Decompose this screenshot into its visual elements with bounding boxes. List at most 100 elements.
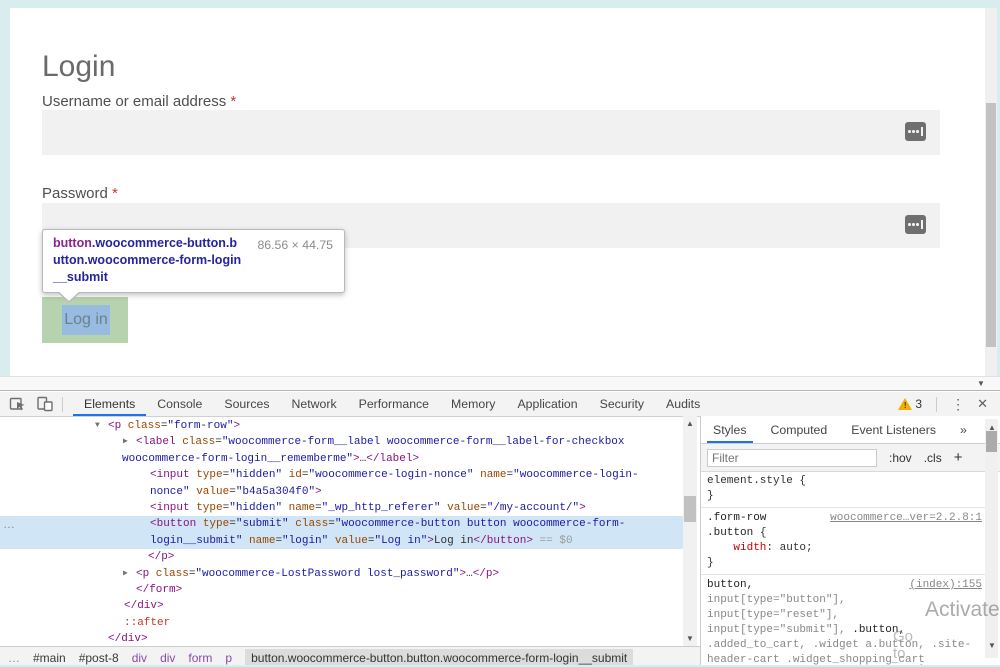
code-segment: name	[282, 502, 315, 514]
dom-tree-line[interactable]: woocommerce-form-login__rememberme">…</l…	[0, 451, 683, 467]
pseudo-state-toggle[interactable]: :hov	[889, 451, 912, 465]
scrollbar-thumb[interactable]	[684, 496, 696, 522]
dom-tree-line[interactable]: ▶<label class="woocommerce-form__label w…	[0, 434, 683, 450]
toolbar-right-controls: ! 3 ⋮ ✕	[898, 392, 1000, 416]
tooltip-classes-1: .woocommerce-button.b	[92, 236, 237, 250]
code-segment: <input	[150, 469, 190, 481]
scroll-down-arrow-icon[interactable]: ▼	[988, 641, 996, 650]
scroll-down-arrow-icon[interactable]: ▼	[977, 379, 985, 388]
breadcrumb-item[interactable]: div	[132, 651, 147, 665]
devtools-close-icon[interactable]: ✕	[977, 396, 988, 412]
tab-security[interactable]: Security	[589, 392, 655, 416]
dom-tree-line[interactable]: </p>	[0, 549, 683, 565]
tab-sources[interactable]: Sources	[213, 392, 280, 416]
dom-tree-line[interactable]: <input type="hidden" id="woocommerce-log…	[0, 467, 683, 483]
dom-tree-line[interactable]: </div>	[0, 598, 683, 614]
breadcrumb-item[interactable]: div	[160, 651, 175, 665]
sidebar-tab-event-listeners[interactable]: Event Listeners	[839, 417, 948, 443]
tab-application[interactable]: Application	[506, 392, 588, 416]
sidebar-tab-computed[interactable]: Computed	[759, 417, 840, 443]
expand-arrow-icon[interactable]: ▶	[123, 566, 136, 582]
css-line[interactable]: }	[707, 556, 982, 571]
code-segment: <p	[136, 568, 149, 580]
username-input[interactable]	[42, 110, 940, 155]
page-scrollbar-corner: ▼	[0, 376, 1000, 391]
dom-tree-line[interactable]: <button type="submit" class="woocommerce…	[0, 516, 683, 532]
styles-scrollbar[interactable]: ▲ ▼	[985, 419, 998, 658]
code-segment: >	[427, 535, 434, 547]
styles-filter-input[interactable]	[707, 449, 877, 467]
collapse-arrow-icon[interactable]: ▼	[95, 418, 108, 434]
expand-arrow-icon[interactable]: ▶	[123, 434, 136, 450]
toolbar-separator	[936, 397, 937, 412]
tab-console[interactable]: Console	[146, 392, 213, 416]
device-toolbar-icon[interactable]	[36, 395, 54, 413]
breadcrumb-item[interactable]: …	[8, 651, 20, 665]
tab-network[interactable]: Network	[281, 392, 348, 416]
css-line[interactable]: .added_to_cart, .widget a.button, .site-	[707, 638, 982, 653]
css-line[interactable]: .button {	[707, 526, 982, 541]
css-line[interactable]: width: auto;	[707, 541, 982, 556]
code-segment: <button	[150, 518, 196, 530]
stylesheet-link[interactable]: (index):155	[909, 579, 982, 591]
code-segment: </div>	[108, 633, 148, 645]
css-line[interactable]: input[type="submit"], .button,	[707, 623, 982, 638]
stylesheet-link[interactable]: woocommerce…ver=2.2.8:1	[830, 512, 982, 524]
login-button[interactable]: Log in	[62, 305, 110, 335]
page-vertical-scrollbar[interactable]	[985, 8, 997, 376]
scrollbar-thumb[interactable]	[986, 103, 996, 347]
code-segment: "login"	[282, 535, 328, 547]
elements-scrollbar[interactable]: ▲ ▼	[683, 416, 697, 646]
code-segment: value	[190, 486, 230, 498]
screen: Login Username or email address * Passwo…	[0, 0, 1000, 667]
code-segment: name	[474, 469, 507, 481]
dom-tree-line[interactable]: nonce" value="b4a5a304f0">	[0, 484, 683, 500]
code-segment: >	[315, 486, 322, 498]
element-classes-toggle[interactable]: .cls	[924, 451, 942, 465]
breadcrumb-item[interactable]: form	[188, 651, 212, 665]
dom-tree-line[interactable]: login__submit" name="login" value="Log i…	[0, 533, 683, 549]
dom-tree-line[interactable]: ▶<p class="woocommerce-LostPassword lost…	[0, 566, 683, 582]
tab-performance[interactable]: Performance	[348, 392, 440, 416]
code-segment: =	[480, 502, 487, 514]
css-line[interactable]: element.style {	[707, 474, 982, 489]
code-segment: class	[289, 518, 329, 530]
dom-tree-line[interactable]: </div>	[0, 631, 683, 646]
tab-audits[interactable]: Audits	[655, 392, 711, 416]
code-segment: input[type="submit"],	[707, 624, 852, 636]
autofill-icon[interactable]	[905, 122, 926, 141]
autofill-dot	[912, 130, 915, 133]
css-line[interactable]: }	[707, 489, 982, 504]
code-segment: }	[707, 557, 714, 569]
code-segment: name	[242, 535, 275, 547]
code-segment: .button,	[852, 624, 905, 636]
autofill-icon[interactable]	[905, 215, 926, 234]
breadcrumb-item[interactable]: #main	[33, 651, 66, 665]
css-line[interactable]: input[type="reset"],	[707, 608, 982, 623]
tab-memory[interactable]: Memory	[440, 392, 506, 416]
dom-tree-line[interactable]: ▼<p class="form-row">	[0, 418, 683, 434]
selected-row-ellipsis[interactable]: …	[3, 517, 15, 531]
scrollbar-thumb[interactable]	[986, 431, 997, 452]
scroll-up-arrow-icon[interactable]: ▲	[686, 419, 694, 428]
inspect-element-icon[interactable]	[9, 395, 27, 413]
dom-tree-line[interactable]: ::after	[0, 615, 683, 631]
breadcrumb-item[interactable]: button.woocommerce-button.button.woocomm…	[245, 649, 633, 667]
code-segment: "woocommerce-LostPassword lost_password"	[195, 568, 459, 580]
code-segment: </button>	[474, 535, 533, 547]
warnings-badge[interactable]: ! 3	[898, 397, 922, 411]
tab-elements[interactable]: Elements	[73, 392, 146, 416]
breadcrumb-item[interactable]: p	[225, 651, 232, 665]
devtools-menu-icon[interactable]: ⋮	[951, 396, 965, 413]
css-line[interactable]: input[type="button"],	[707, 593, 982, 608]
sidebar-tab-»[interactable]: »	[948, 417, 979, 443]
code-segment: value	[328, 535, 368, 547]
sidebar-tab-styles[interactable]: Styles	[701, 417, 759, 443]
scroll-down-arrow-icon[interactable]: ▼	[686, 634, 694, 643]
new-style-rule-button[interactable]: +	[954, 449, 963, 466]
dom-tree-line[interactable]: </form>	[0, 582, 683, 598]
code-segment: button,	[707, 579, 753, 591]
required-asterisk: *	[230, 93, 236, 110]
breadcrumb-item[interactable]: #post-8	[79, 651, 119, 665]
dom-tree-line[interactable]: <input type="hidden" name="_wp_http_refe…	[0, 500, 683, 516]
